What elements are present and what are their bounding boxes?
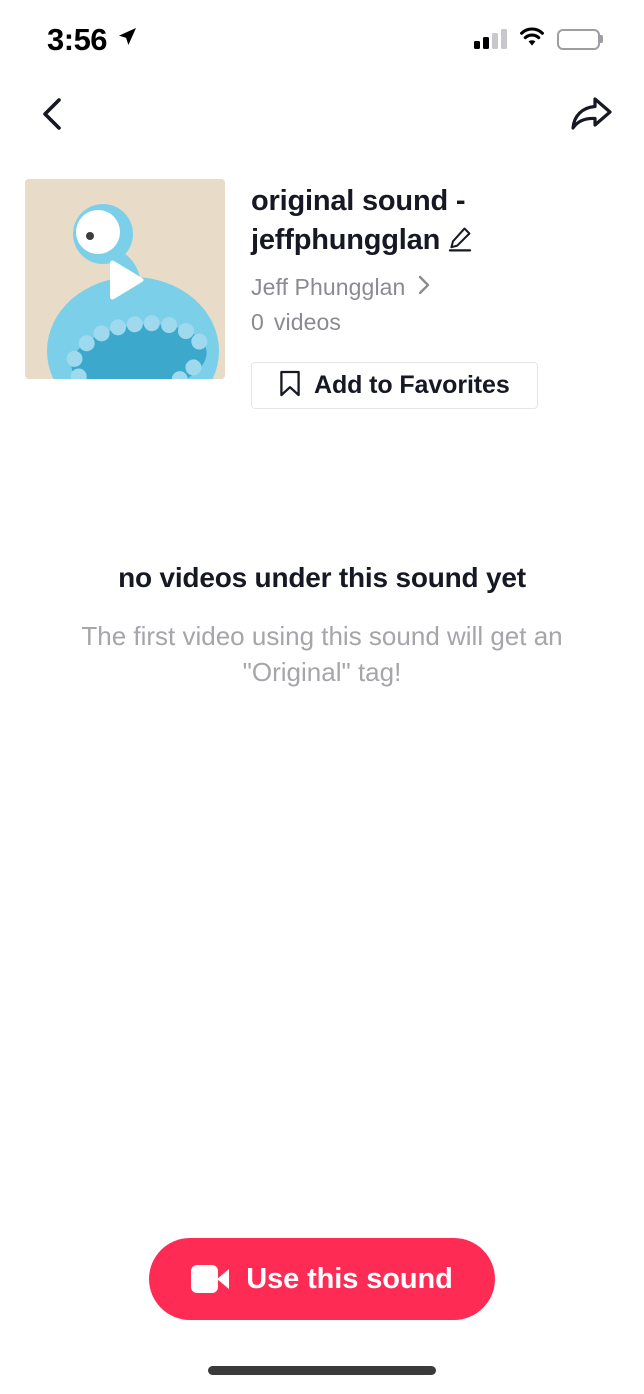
use-this-sound-button[interactable]: Use this sound bbox=[149, 1238, 495, 1320]
videos-count: 0 bbox=[251, 309, 264, 336]
navigation-bar bbox=[0, 78, 644, 154]
status-bar-right bbox=[474, 26, 600, 52]
videos-label: videos bbox=[273, 309, 341, 336]
status-bar-left: 3:56 bbox=[47, 24, 138, 55]
battery-icon bbox=[557, 28, 600, 50]
add-to-favorites-button[interactable]: Add to Favorites bbox=[251, 362, 538, 410]
videos-count-row: 0 videos bbox=[251, 309, 619, 336]
author-name: Jeff Phungglan bbox=[251, 274, 406, 301]
use-this-sound-label: Use this sound bbox=[246, 1262, 453, 1295]
add-to-favorites-label: Add to Favorites bbox=[314, 371, 510, 400]
sound-header: original sound - jeffphungglan Jeff Phun… bbox=[25, 179, 619, 410]
empty-state-title: no videos under this sound yet bbox=[118, 562, 526, 593]
bookmark-icon bbox=[279, 370, 301, 402]
sound-cover-art[interactable] bbox=[25, 179, 225, 379]
use-this-sound-container: Use this sound bbox=[0, 1238, 644, 1320]
chevron-left-icon bbox=[38, 97, 68, 136]
wifi-icon bbox=[518, 26, 546, 52]
home-indicator-bar[interactable] bbox=[208, 1366, 436, 1375]
sound-title: original sound - jeffphungglan bbox=[251, 185, 466, 256]
chevron-right-icon bbox=[417, 274, 431, 301]
status-bar-time: 3:56 bbox=[47, 21, 108, 57]
share-button[interactable] bbox=[564, 89, 618, 143]
tiktok-sound-page: 3:56 original sound - jeffphungglan Jeff… bbox=[0, 0, 644, 1394]
pencil-edit-icon[interactable] bbox=[447, 226, 473, 257]
location-arrow-icon bbox=[116, 26, 138, 53]
cellular-signal-icon bbox=[474, 29, 507, 49]
author-link[interactable]: Jeff Phungglan bbox=[251, 274, 619, 301]
cover-artwork-illustration bbox=[25, 179, 225, 379]
back-button[interactable] bbox=[26, 89, 80, 143]
empty-state-subtitle: The first video using this sound will ge… bbox=[81, 621, 563, 687]
sound-metadata: original sound - jeffphungglan Jeff Phun… bbox=[251, 179, 619, 410]
status-bar: 3:56 bbox=[0, 0, 644, 78]
sound-title-line: original sound - jeffphungglan bbox=[251, 182, 619, 259]
video-camera-icon bbox=[191, 1265, 230, 1293]
empty-state: no videos under this sound yet The first… bbox=[0, 562, 644, 691]
share-arrow-icon bbox=[570, 95, 612, 138]
